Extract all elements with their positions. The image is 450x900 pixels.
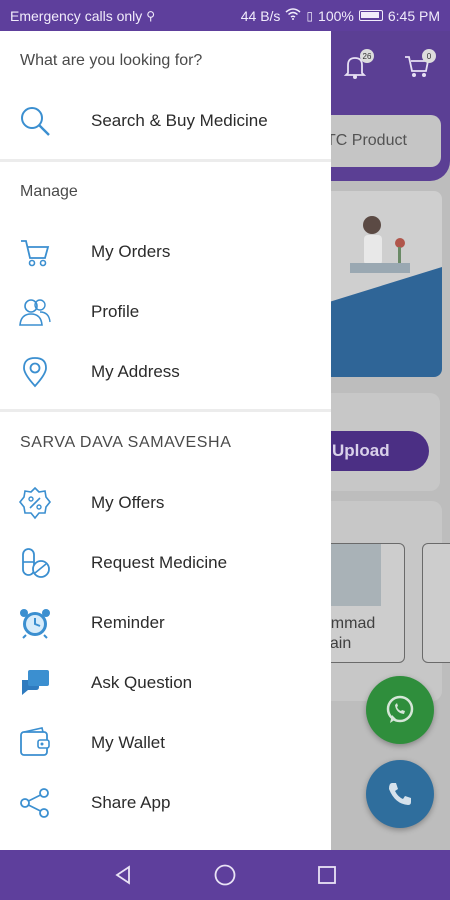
system-nav-bar bbox=[0, 850, 450, 900]
chat-bubbles-icon bbox=[22, 670, 49, 695]
menu-item-share-app[interactable]: Share App bbox=[0, 775, 331, 831]
phone-icon bbox=[389, 783, 411, 805]
divider bbox=[0, 409, 331, 412]
battery-icon bbox=[358, 10, 383, 21]
menu-label: Reminder bbox=[91, 613, 165, 632]
menu-label: My Wallet bbox=[91, 733, 165, 752]
menu-item-my-address[interactable]: My Address bbox=[0, 344, 331, 400]
percent-badge-icon bbox=[18, 486, 52, 520]
menu-item-ask-question[interactable]: Ask Question bbox=[0, 655, 331, 711]
alarm-clock-icon bbox=[20, 609, 50, 639]
menu-item-request-medicine[interactable]: Request Medicine bbox=[0, 535, 331, 591]
menu-item-search-buy-medicine[interactable]: Search & Buy Medicine bbox=[0, 93, 331, 149]
back-triangle-icon bbox=[115, 865, 130, 885]
menu-label: My Orders bbox=[91, 242, 171, 261]
divider bbox=[0, 159, 331, 162]
partial-next-item-icon bbox=[22, 843, 52, 850]
recents-square-icon bbox=[318, 866, 336, 884]
navigation-drawer: What are you looking for? Search & Buy M… bbox=[0, 31, 331, 850]
whatsapp-button[interactable] bbox=[366, 676, 434, 744]
menu-label: Request Medicine bbox=[91, 553, 228, 572]
cart-icon bbox=[21, 240, 50, 267]
location-pin-icon bbox=[23, 357, 47, 388]
menu-label: My Offers bbox=[91, 493, 165, 512]
pills-icon bbox=[22, 548, 50, 578]
menu-item-profile[interactable]: Profile bbox=[0, 284, 331, 340]
header-cart-icon[interactable]: 0 bbox=[402, 49, 436, 83]
menu-label: My Address bbox=[91, 362, 180, 381]
section-title-brand: SARVA DAVA SAMAVESHA bbox=[20, 434, 232, 451]
clock: 6:45 PM bbox=[387, 7, 440, 24]
doctor-card-2[interactable] bbox=[422, 543, 450, 663]
wifi-icon bbox=[285, 8, 301, 23]
menu-item-my-orders[interactable]: My Orders bbox=[0, 224, 331, 280]
cart-badge: 0 bbox=[422, 49, 436, 63]
drawer-heading: What are you looking for? bbox=[20, 52, 203, 69]
recents-button[interactable] bbox=[315, 863, 339, 887]
upload-label: Upload bbox=[332, 441, 390, 460]
share-icon bbox=[20, 788, 49, 818]
back-button[interactable] bbox=[111, 863, 135, 887]
call-button[interactable] bbox=[366, 760, 434, 828]
network-speed: 44 B/s bbox=[240, 7, 281, 24]
sim-icon: ▯ bbox=[306, 8, 314, 23]
wallet-icon bbox=[20, 727, 50, 756]
home-button[interactable] bbox=[213, 863, 237, 887]
doctor-photo bbox=[331, 544, 381, 606]
menu-label: Search & Buy Medicine bbox=[91, 111, 268, 130]
search-icon bbox=[21, 107, 50, 136]
menu-label: Profile bbox=[91, 302, 140, 321]
status-bar: Emergency calls only ⚲ 44 B/s ▯ 100% 6:4… bbox=[0, 0, 450, 31]
usb-icon: ⚲ bbox=[146, 8, 156, 23]
battery-percent: 100% bbox=[318, 7, 354, 24]
menu-item-my-wallet[interactable]: My Wallet bbox=[0, 715, 331, 771]
section-title-manage: Manage bbox=[20, 183, 78, 200]
carrier-status-text: Emergency calls only bbox=[10, 7, 143, 24]
notification-bell-icon[interactable]: 26 bbox=[340, 49, 374, 83]
menu-label: Ask Question bbox=[91, 673, 193, 692]
otc-label: TC Product bbox=[326, 132, 407, 149]
profile-icon bbox=[19, 299, 51, 326]
menu-item-reminder[interactable]: Reminder bbox=[0, 595, 331, 651]
whatsapp-icon bbox=[386, 695, 414, 723]
home-circle-icon bbox=[214, 864, 236, 886]
notification-badge: 26 bbox=[360, 49, 374, 63]
menu-item-my-offers[interactable]: My Offers bbox=[0, 475, 331, 531]
menu-label: Share App bbox=[91, 793, 171, 812]
